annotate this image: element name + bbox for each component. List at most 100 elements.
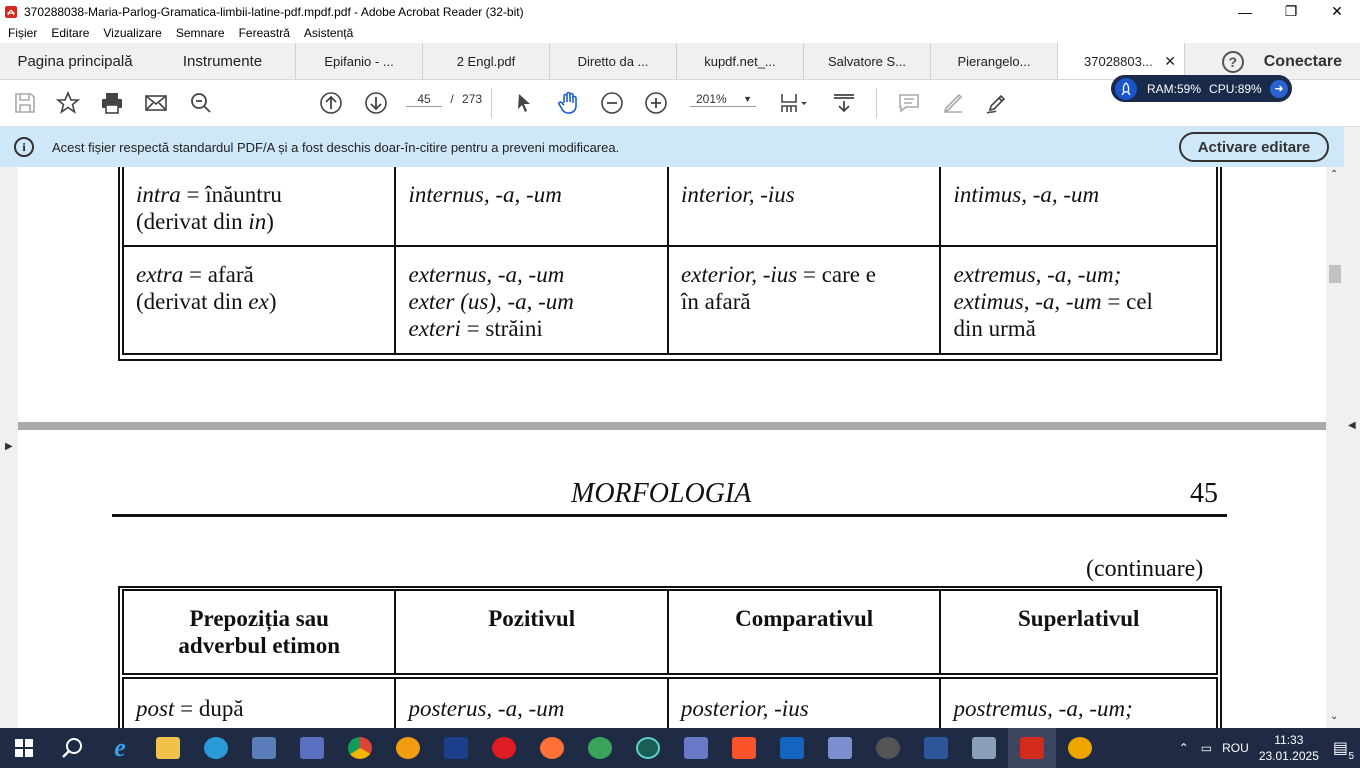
tab-doc-diretto[interactable]: Diretto da ... xyxy=(550,43,677,79)
maximize-button[interactable]: ❐ xyxy=(1268,0,1314,23)
cell-text: externus, -a, -um xyxy=(408,262,565,287)
teal-app-icon[interactable] xyxy=(624,728,672,768)
scroll-mode-icon[interactable] xyxy=(831,90,857,116)
start-button[interactable] xyxy=(0,728,48,768)
opera-browser-icon[interactable] xyxy=(480,728,528,768)
table-cell: extremus, -a, -um; extimus, -a, -um = cel… xyxy=(939,245,1218,355)
page-fit-icon[interactable] xyxy=(775,90,811,116)
tab-home[interactable]: Pagina principală xyxy=(0,43,150,79)
cell-text: = cel xyxy=(1101,289,1153,314)
table-cell: intra = înăuntru (derivat din in) xyxy=(121,167,397,247)
zoom-in-icon[interactable] xyxy=(643,90,669,116)
edge-browser-icon[interactable] xyxy=(192,728,240,768)
enable-editing-button[interactable]: Activare editare xyxy=(1179,132,1329,162)
page-up-icon[interactable] xyxy=(318,90,344,116)
toolbar-separator xyxy=(491,88,492,118)
pdf-page-44: intra = înăuntru (derivat din in) internu… xyxy=(18,167,1326,422)
page-number-input[interactable]: 45 xyxy=(406,92,442,107)
chrome-browser-icon[interactable] xyxy=(336,728,384,768)
minimize-button[interactable]: — xyxy=(1222,0,1268,23)
save-app-icon[interactable] xyxy=(672,728,720,768)
reader-app-icon[interactable] xyxy=(432,728,480,768)
acrobat-app-icon xyxy=(4,5,18,19)
menu-window[interactable]: Fereastră xyxy=(231,26,296,40)
print-icon[interactable] xyxy=(99,90,125,116)
tab-doc-pierangelo[interactable]: Pierangelo... xyxy=(931,43,1058,79)
column-header: Pozitivul xyxy=(394,589,669,675)
scroll-up-icon[interactable]: ⌃ xyxy=(1330,169,1338,180)
tool-app-icon[interactable] xyxy=(1056,728,1104,768)
arrow-right-icon[interactable]: ➜ xyxy=(1270,79,1288,98)
notifications-icon[interactable]: ▤ 5 xyxy=(1333,738,1354,762)
highlight-pen-icon[interactable] xyxy=(940,90,966,116)
tab-doc-engl[interactable]: 2 Engl.pdf xyxy=(423,43,550,79)
tab-tools[interactable]: Instrumente xyxy=(150,43,296,79)
scrollbar-thumb[interactable] xyxy=(1329,265,1341,283)
email-icon[interactable] xyxy=(143,90,169,116)
document-view[interactable]: intra = înăuntru (derivat din in) internu… xyxy=(0,167,1344,728)
file-explorer-icon[interactable] xyxy=(144,728,192,768)
comment-icon[interactable] xyxy=(896,90,922,116)
star-icon[interactable] xyxy=(55,90,81,116)
zoom-dropdown[interactable]: 201% ▼ xyxy=(690,92,756,107)
floppy-app-icon[interactable] xyxy=(288,728,336,768)
cell-text: în afară xyxy=(680,289,751,314)
hand-tool-icon[interactable] xyxy=(555,90,581,116)
close-window-button[interactable]: ✕ xyxy=(1314,0,1360,23)
header-text: Prepoziția sau xyxy=(189,606,329,631)
clock-time: 11:33 xyxy=(1274,733,1304,747)
scroll-down-icon[interactable]: ⌄ xyxy=(1330,711,1338,722)
resource-monitor-widget[interactable]: RAM:59% CPU:89% ➜ xyxy=(1111,75,1292,102)
menu-sign[interactable]: Semnare xyxy=(168,26,231,40)
firefox-browser-icon[interactable] xyxy=(528,728,576,768)
media-app-icon[interactable] xyxy=(240,728,288,768)
tab-doc-kupdf[interactable]: kupdf.net_... xyxy=(677,43,804,79)
zoom-out-icon[interactable] xyxy=(599,90,625,116)
cell-text: ) xyxy=(268,289,277,314)
expand-panel-icon[interactable]: ◀ xyxy=(1348,420,1356,431)
acrobat-taskbar-icon[interactable] xyxy=(1008,728,1056,768)
tab-doc-epifanio[interactable]: Epifanio - ... xyxy=(296,43,423,79)
language-indicator[interactable]: ROU xyxy=(1222,741,1249,755)
help-icon[interactable]: ? xyxy=(1221,50,1244,73)
cell-text: (derivat din xyxy=(136,209,249,234)
bw-app-icon[interactable] xyxy=(864,728,912,768)
page-down-icon[interactable] xyxy=(363,90,389,116)
toolbar-separator xyxy=(876,88,877,118)
vertical-scrollbar[interactable]: ⌃ ⌄ xyxy=(1326,167,1344,728)
orange-app-icon[interactable] xyxy=(384,728,432,768)
clock-date: 23.01.2025 xyxy=(1258,749,1319,763)
zoom-search-icon[interactable] xyxy=(188,90,214,116)
clock[interactable]: 11:33 23.01.2025 xyxy=(1259,732,1319,764)
header-rule xyxy=(112,514,1227,517)
menu-edit[interactable]: Editare xyxy=(43,26,95,40)
search-taskbar-icon[interactable] xyxy=(48,728,96,768)
comparison-table-p44: intra = înăuntru (derivat din in) internu… xyxy=(121,167,1218,355)
monitor-app-icon[interactable] xyxy=(960,728,1008,768)
brave-browser-icon[interactable] xyxy=(720,728,768,768)
globe-app-icon[interactable] xyxy=(576,728,624,768)
expand-left-panel-icon[interactable]: ▶ xyxy=(5,441,13,452)
select-cursor-icon[interactable] xyxy=(511,90,537,116)
cell-text: intra xyxy=(136,182,181,207)
save-icon[interactable] xyxy=(12,90,38,116)
tab-doc-active[interactable]: 37028803... ✕ xyxy=(1058,43,1185,79)
menu-view[interactable]: Vizualizare xyxy=(95,26,167,40)
menu-help[interactable]: Asistență xyxy=(296,26,359,40)
sign-pen-icon[interactable] xyxy=(984,90,1010,116)
word-app-icon[interactable] xyxy=(912,728,960,768)
minimize-icon: — xyxy=(1238,3,1252,20)
ram-usage: RAM:59% xyxy=(1147,81,1202,96)
zoom-value: 201% xyxy=(696,92,727,106)
battery-icon[interactable]: ▭ xyxy=(1201,741,1212,755)
chevron-up-icon[interactable]: ⌃ xyxy=(1179,741,1189,755)
comparison-table-p45: Prepoziția sau adverbul etimon Pozitivul … xyxy=(121,589,1218,728)
menu-file[interactable]: Fișier xyxy=(0,26,43,40)
archive-app-icon[interactable] xyxy=(816,728,864,768)
internet-explorer-icon[interactable]: e xyxy=(96,728,144,768)
cell-text: ex xyxy=(248,289,269,314)
tab-close-icon[interactable]: ✕ xyxy=(1164,53,1176,70)
tab-doc-salvatore[interactable]: Salvatore S... xyxy=(804,43,931,79)
connect-button[interactable]: Conectare xyxy=(1264,53,1342,71)
blue-cube-app-icon[interactable] xyxy=(768,728,816,768)
